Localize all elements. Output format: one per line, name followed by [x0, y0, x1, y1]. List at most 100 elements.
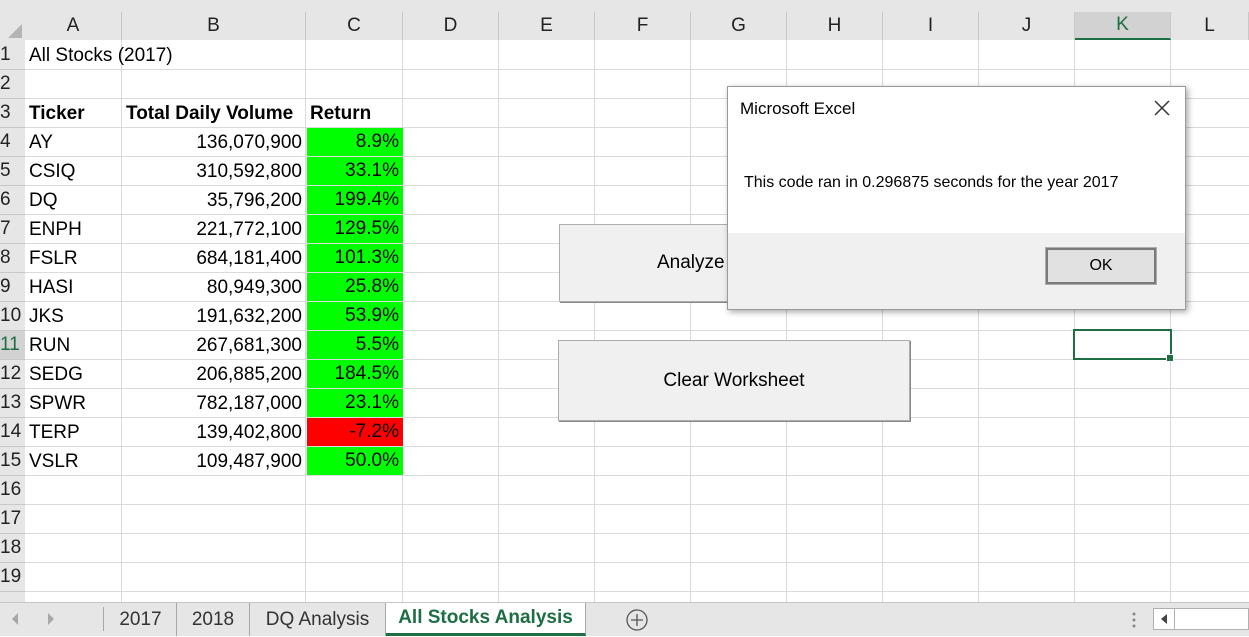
column-header-i[interactable]: I [883, 12, 979, 40]
volume-cell[interactable]: 35,796,200 [122, 186, 306, 215]
column-header-b[interactable]: B [122, 12, 306, 40]
close-icon[interactable] [1153, 97, 1171, 123]
ticker-cell[interactable]: ENPH [25, 215, 122, 244]
grid-line-vertical [690, 40, 691, 602]
row-header-9[interactable]: 9 [0, 273, 25, 302]
volume-cell[interactable]: 109,487,900 [122, 447, 306, 476]
row-header-13[interactable]: 13 [0, 389, 25, 418]
next-sheet-icon[interactable] [46, 612, 56, 631]
header-volume[interactable]: Total Daily Volume [122, 99, 306, 128]
return-cell[interactable]: 199.4% [307, 186, 403, 214]
row-header-14[interactable]: 14 [0, 418, 25, 447]
ticker-cell[interactable]: JKS [25, 302, 122, 331]
ticker-cell[interactable]: FSLR [25, 244, 122, 273]
grid-line-vertical [498, 40, 499, 602]
horizontal-scrollbar[interactable] [1153, 608, 1249, 630]
column-header-g[interactable]: G [691, 12, 787, 40]
select-all-corner[interactable] [0, 0, 25, 40]
volume-cell[interactable]: 206,885,200 [122, 360, 306, 389]
column-header-a[interactable]: A [25, 12, 122, 40]
sheet-title-cell[interactable]: All Stocks (2017) [25, 41, 225, 70]
ticker-cell[interactable]: SEDG [25, 360, 122, 389]
volume-cell[interactable]: 191,632,200 [122, 302, 306, 331]
header-return[interactable]: Return [306, 99, 403, 128]
message-box-dialog: Microsoft Excel This code ran in 0.29687… [727, 86, 1186, 310]
ticker-cell[interactable]: AY [25, 128, 122, 157]
scroll-left-icon[interactable] [1154, 609, 1175, 629]
grid-line-horizontal [25, 533, 1249, 534]
ticker-cell[interactable]: CSIQ [25, 157, 122, 186]
column-header-j[interactable]: J [979, 12, 1075, 40]
column-header-k[interactable]: K [1075, 12, 1171, 40]
prev-sheet-icon[interactable] [10, 612, 20, 631]
sheet-tab-2017[interactable]: 2017 [105, 603, 177, 636]
row-header-7[interactable]: 7 [0, 215, 25, 244]
row-header-6[interactable]: 6 [0, 186, 25, 215]
volume-cell[interactable]: 267,681,300 [122, 331, 306, 360]
volume-cell[interactable]: 684,181,400 [122, 244, 306, 273]
return-cell[interactable]: 50.0% [307, 447, 403, 475]
row-header-11[interactable]: 11 [0, 331, 25, 360]
dialog-title: Microsoft Excel [740, 99, 856, 118]
return-cell[interactable]: 184.5% [307, 360, 403, 388]
row-header-3[interactable]: 3 [0, 99, 25, 128]
more-options-icon[interactable] [1130, 611, 1138, 634]
ok-button[interactable]: OK [1045, 247, 1157, 285]
return-cell[interactable]: 23.1% [307, 389, 403, 417]
grid-line-vertical [594, 40, 595, 602]
volume-cell[interactable]: 80,949,300 [122, 273, 306, 302]
return-cell[interactable]: 25.8% [307, 273, 403, 301]
analyze-button[interactable]: Analyze [559, 224, 739, 302]
volume-cell[interactable]: 221,772,100 [122, 215, 306, 244]
tab-divider [103, 607, 104, 631]
row-header-10[interactable]: 10 [0, 302, 25, 331]
volume-cell[interactable]: 310,592,800 [122, 157, 306, 186]
column-header-d[interactable]: D [403, 12, 499, 40]
column-header-h[interactable]: H [787, 12, 883, 40]
column-header-l[interactable]: L [1171, 12, 1249, 40]
row-header-4[interactable]: 4 [0, 128, 25, 157]
dialog-footer: OK [728, 233, 1185, 309]
row-header-16[interactable]: 16 [0, 476, 25, 505]
fill-handle[interactable] [1166, 354, 1174, 362]
sheet-tab-dq-analysis[interactable]: DQ Analysis [250, 603, 386, 636]
volume-cell[interactable]: 139,402,800 [122, 418, 306, 447]
return-cell[interactable]: 129.5% [307, 215, 403, 243]
ticker-cell[interactable]: SPWR [25, 389, 122, 418]
column-header-c[interactable]: C [306, 12, 403, 40]
return-cell[interactable]: 101.3% [307, 244, 403, 272]
return-cell[interactable]: 5.5% [307, 331, 403, 359]
ticker-cell[interactable]: RUN [25, 331, 122, 360]
volume-cell[interactable]: 782,187,000 [122, 389, 306, 418]
row-header-15[interactable]: 15 [0, 447, 25, 476]
ticker-cell[interactable]: DQ [25, 186, 122, 215]
sheet-tab-all-stocks-analysis[interactable]: All Stocks Analysis [386, 603, 586, 636]
grid-line-horizontal [25, 591, 1249, 592]
row-header-19[interactable]: 19 [0, 563, 25, 592]
return-cell[interactable]: 33.1% [307, 157, 403, 185]
row-header-5[interactable]: 5 [0, 157, 25, 186]
clear-worksheet-label: Clear Worksheet [663, 369, 805, 391]
row-header-8[interactable]: 8 [0, 244, 25, 273]
selected-cell-k11[interactable] [1073, 329, 1174, 362]
ticker-cell[interactable]: HASI [25, 273, 122, 302]
row-header-17[interactable]: 17 [0, 505, 25, 534]
return-cell[interactable]: -7.2% [307, 418, 403, 446]
row-header-18[interactable]: 18 [0, 534, 25, 563]
add-sheet-icon[interactable] [625, 608, 649, 637]
row-header-1[interactable]: 1 [0, 41, 25, 70]
header-ticker[interactable]: Ticker [25, 99, 124, 128]
clear-worksheet-button[interactable]: Clear Worksheet [558, 340, 910, 421]
ticker-cell[interactable]: TERP [25, 418, 122, 447]
return-cell[interactable]: 53.9% [307, 302, 403, 330]
dialog-message: This code ran in 0.296875 seconds for th… [744, 174, 1119, 191]
ticker-cell[interactable]: VSLR [25, 447, 122, 476]
analyze-button-label: Analyze [657, 252, 725, 273]
column-header-f[interactable]: F [595, 12, 691, 40]
column-header-e[interactable]: E [499, 12, 595, 40]
row-header-12[interactable]: 12 [0, 360, 25, 389]
return-cell[interactable]: 8.9% [307, 128, 403, 156]
volume-cell[interactable]: 136,070,900 [122, 128, 306, 157]
row-header-2[interactable]: 2 [0, 70, 25, 99]
sheet-tab-2018[interactable]: 2018 [177, 603, 250, 636]
